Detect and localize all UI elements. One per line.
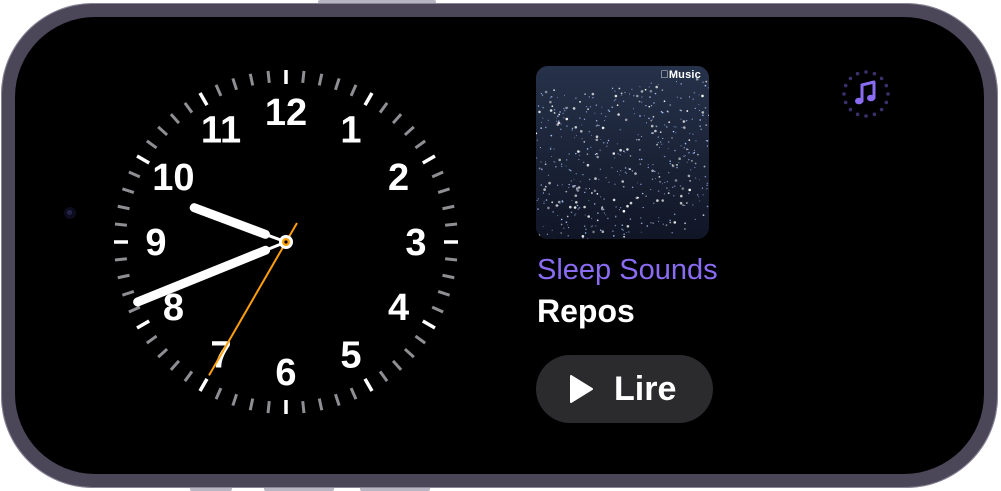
note-head-left	[855, 97, 863, 105]
play-icon	[570, 375, 593, 403]
minor-tick	[391, 113, 403, 125]
ring-dot	[843, 100, 848, 105]
minor-tick	[128, 305, 141, 314]
front-camera	[64, 207, 76, 219]
analog-clock[interactable]: 12 1 2 3 4 5 6 7 8 9 10 11	[100, 56, 472, 428]
minor-tick	[349, 84, 358, 97]
minor-tick	[117, 204, 130, 211]
numeral-5: 5	[340, 335, 361, 377]
minor-tick	[266, 400, 271, 414]
music-note-icon[interactable]	[840, 68, 892, 120]
note-head-right	[867, 94, 875, 102]
minor-tick	[231, 393, 238, 407]
minor-tick	[442, 204, 455, 211]
minor-tick	[183, 101, 194, 114]
minor-tick	[437, 187, 451, 194]
minor-tick	[317, 73, 324, 86]
minor-tick	[301, 400, 306, 414]
minor-tick	[431, 305, 444, 314]
minor-tick	[145, 139, 158, 150]
major-tick	[136, 319, 151, 330]
major-tick	[421, 154, 436, 165]
ring-dot	[879, 107, 884, 112]
ring-dot	[884, 100, 889, 105]
minor-tick	[444, 222, 458, 227]
numeral-12: 12	[265, 92, 307, 134]
major-tick	[363, 92, 374, 107]
minor-tick	[414, 334, 427, 345]
ring-dot	[843, 83, 848, 88]
minor-tick	[334, 393, 341, 407]
play-button[interactable]: Lire	[536, 355, 713, 423]
ring-dot	[872, 71, 877, 76]
major-tick	[421, 319, 436, 330]
apple-music-badge: Music	[660, 69, 701, 81]
minor-tick	[378, 101, 389, 114]
major-tick	[198, 92, 209, 107]
minor-tick	[117, 273, 130, 280]
artwork-image	[536, 66, 709, 239]
ring-dot	[884, 83, 889, 88]
minor-tick	[157, 125, 169, 137]
ring-dot	[872, 112, 877, 117]
minor-tick	[169, 359, 181, 371]
numeral-2: 2	[388, 157, 409, 199]
numeral-1: 1	[340, 109, 361, 151]
minor-tick	[157, 347, 169, 359]
major-tick	[363, 377, 374, 392]
widget-dot-ring	[842, 70, 890, 118]
minor-tick	[121, 187, 135, 194]
numeral-10: 10	[152, 157, 194, 199]
numeral-3: 3	[405, 222, 426, 264]
major-tick	[198, 377, 209, 392]
center-pin-dot	[284, 240, 288, 244]
app-name[interactable]: Sleep Sounds	[537, 254, 718, 287]
ring-dot	[864, 114, 868, 118]
minor-tick	[414, 139, 427, 150]
track-title[interactable]: Repos	[537, 293, 635, 330]
minor-tick	[403, 125, 415, 137]
numeral-11: 11	[201, 109, 241, 151]
minor-tick	[378, 370, 389, 383]
ring-dot	[886, 92, 890, 96]
ring-dot	[864, 70, 868, 74]
minor-tick	[121, 290, 135, 297]
play-button-label: Lire	[614, 369, 677, 408]
minor-tick	[391, 359, 403, 371]
numeral-9: 9	[145, 222, 166, 264]
ring-dot	[848, 76, 853, 81]
ring-dot	[855, 112, 860, 117]
minor-tick	[349, 387, 358, 400]
ring-dot	[879, 76, 884, 81]
numeral-4: 4	[388, 287, 409, 329]
minor-tick	[266, 70, 271, 84]
minor-tick	[169, 113, 181, 125]
numeral-6: 6	[275, 352, 296, 394]
major-tick	[136, 154, 151, 165]
minor-tick	[317, 398, 324, 411]
minor-tick	[431, 170, 444, 179]
ring-dot	[848, 107, 853, 112]
hour-hand	[189, 203, 270, 239]
ring-dot	[842, 92, 846, 96]
minor-tick	[403, 347, 415, 359]
minor-tick	[214, 387, 223, 400]
minor-tick	[114, 222, 128, 227]
minor-tick	[145, 334, 158, 345]
minor-tick	[214, 84, 223, 97]
minor-tick	[128, 170, 141, 179]
minor-tick	[437, 290, 451, 297]
ring-dot	[855, 71, 860, 76]
minor-tick	[334, 77, 341, 91]
minor-tick	[114, 257, 128, 262]
minor-tick	[248, 398, 255, 411]
minor-tick	[442, 273, 455, 280]
minor-tick	[231, 77, 238, 91]
album-artwork[interactable]: Music	[536, 66, 709, 239]
minor-tick	[183, 370, 194, 383]
minor-tick	[301, 70, 306, 84]
minor-tick	[248, 73, 255, 86]
minor-tick	[444, 257, 458, 262]
